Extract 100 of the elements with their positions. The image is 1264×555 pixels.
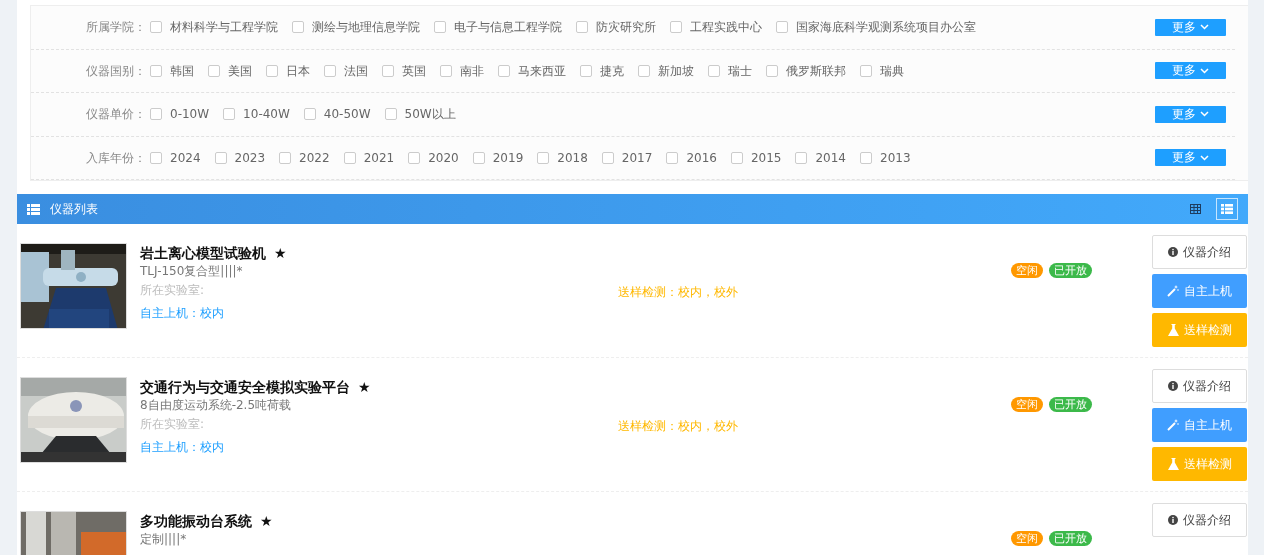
filter-option[interactable]: 2022 (299, 148, 330, 167)
filter-option[interactable]: 2014 (815, 148, 846, 167)
checkbox[interactable] (382, 64, 394, 77)
checkbox[interactable] (150, 21, 162, 34)
checkbox[interactable] (266, 64, 278, 77)
filter-option[interactable]: 2018 (557, 148, 588, 167)
checkbox[interactable] (440, 64, 452, 77)
filter-option[interactable]: 2015 (750, 148, 782, 167)
chevron-down-icon (1200, 154, 1209, 161)
filter-option[interactable]: 新加坡 (658, 61, 694, 80)
info-icon (1168, 381, 1178, 391)
info-icon (1168, 515, 1178, 525)
info-icon (1168, 247, 1178, 257)
filter-option[interactable]: 2017 (621, 148, 653, 167)
checkbox[interactable] (601, 151, 614, 164)
chevron-down-icon (1200, 67, 1209, 74)
checkbox[interactable] (795, 151, 808, 164)
filter-option[interactable]: 马来西亚 (518, 61, 566, 80)
instrument-name[interactable]: 多功能振动台系统 (140, 511, 252, 531)
favorite-star[interactable]: ★ (274, 243, 287, 263)
checkbox[interactable] (343, 151, 356, 164)
list-icon (27, 203, 40, 215)
checkbox[interactable] (384, 108, 397, 121)
flask-icon (1167, 324, 1179, 336)
filter-option[interactable]: 10-40W (243, 105, 290, 124)
checkbox[interactable] (860, 151, 872, 164)
intro-button[interactable]: 仪器介绍 (1152, 235, 1247, 269)
filter-option[interactable]: 国家海底科学观测系统项目办公室 (796, 18, 976, 37)
filter-option[interactable]: 测绘与地理信息学院 (312, 18, 420, 37)
filter-option[interactable]: 40-50W (323, 105, 371, 124)
filter-option[interactable]: 瑞士 (728, 61, 752, 80)
filter-option[interactable]: 工程实践中心 (690, 18, 762, 37)
filter-option[interactable]: 瑞典 (880, 61, 904, 80)
checkbox[interactable] (150, 108, 162, 121)
filter-option[interactable]: 防灾研究所 (596, 18, 656, 37)
checkbox[interactable] (576, 21, 588, 34)
checkbox[interactable] (498, 64, 510, 77)
checkbox[interactable] (537, 151, 550, 164)
checkbox[interactable] (666, 151, 679, 164)
checkbox[interactable] (223, 108, 236, 121)
checkbox[interactable] (860, 64, 872, 77)
checkbox[interactable] (434, 21, 446, 34)
filter-option[interactable]: 2013 (880, 148, 911, 167)
filter-option[interactable]: 2016 (686, 148, 717, 167)
filter-option[interactable]: 2023 (234, 148, 266, 167)
filter-option[interactable]: 2019 (492, 148, 524, 167)
checkbox[interactable] (766, 64, 778, 77)
checkbox[interactable] (279, 151, 292, 164)
checkbox[interactable] (708, 64, 720, 77)
checkbox[interactable] (730, 151, 743, 164)
grid-icon (1189, 204, 1201, 214)
filter-option[interactable]: 材料科学与工程学院 (170, 18, 278, 37)
filter-option[interactable]: 美国 (228, 61, 252, 80)
sample-test-scope: 送样检测：校内，校外 (618, 418, 738, 435)
status-badge: 空闲 (1011, 531, 1043, 546)
intro-button[interactable]: 仪器介绍 (1152, 369, 1247, 403)
lab-label: 所在实验室: (140, 416, 205, 433)
view-toggle[interactable] (1216, 198, 1238, 220)
instrument-name[interactable]: 岩土离心模型试验机 (140, 243, 266, 263)
filter-option[interactable]: 日本 (286, 61, 310, 80)
favorite-star[interactable]: ★ (358, 377, 371, 397)
filter-option[interactable]: 电子与信息工程学院 (454, 18, 562, 37)
filter-label: 仪器国别： (86, 62, 146, 80)
checkbox[interactable] (580, 64, 592, 77)
list-icon (1221, 204, 1233, 214)
checkbox[interactable] (638, 64, 650, 77)
filter-option[interactable]: 2020 (428, 148, 459, 167)
chevron-down-icon (1200, 111, 1209, 118)
filter-option[interactable]: 英国 (402, 61, 426, 80)
checkbox[interactable] (670, 21, 682, 34)
self-use-scope: 自主上机：校内 (140, 305, 224, 322)
checkbox[interactable] (208, 64, 220, 77)
filter-option[interactable]: 俄罗斯联邦 (786, 61, 846, 80)
filter-option[interactable]: 50W以上 (404, 105, 456, 124)
checkbox[interactable] (292, 21, 304, 34)
favorite-star[interactable]: ★ (260, 511, 273, 531)
instrument-model: 定制||||* (140, 531, 188, 548)
list-title: 仪器列表 (50, 201, 98, 218)
filter-option[interactable]: 2021 (363, 148, 395, 167)
checkbox[interactable] (214, 151, 227, 164)
filter-option[interactable]: 0-10W (170, 105, 210, 124)
status-badge: 空闲 (1011, 397, 1043, 412)
filter-option[interactable]: 法国 (344, 61, 368, 80)
checkbox[interactable] (472, 151, 485, 164)
instrument-name[interactable]: 交通行为与交通安全模拟实验平台 (140, 377, 350, 397)
sample-test-scope: 送样检测：校内，校外 (618, 284, 738, 301)
status-badge: 已开放 (1049, 397, 1092, 412)
checkbox[interactable] (776, 21, 788, 34)
checkbox[interactable] (408, 151, 421, 164)
status-badge: 已开放 (1049, 531, 1092, 546)
filter-option[interactable]: 韩国 (170, 61, 194, 80)
checkbox[interactable] (150, 64, 162, 77)
checkbox[interactable] (150, 151, 162, 164)
intro-button[interactable]: 仪器介绍 (1152, 503, 1247, 537)
chevron-down-icon (1200, 24, 1209, 31)
filter-option[interactable]: 南非 (460, 61, 484, 80)
checkbox[interactable] (324, 64, 336, 77)
filter-option[interactable]: 2024 (170, 148, 201, 167)
checkbox[interactable] (303, 108, 316, 121)
filter-option[interactable]: 捷克 (600, 61, 624, 80)
